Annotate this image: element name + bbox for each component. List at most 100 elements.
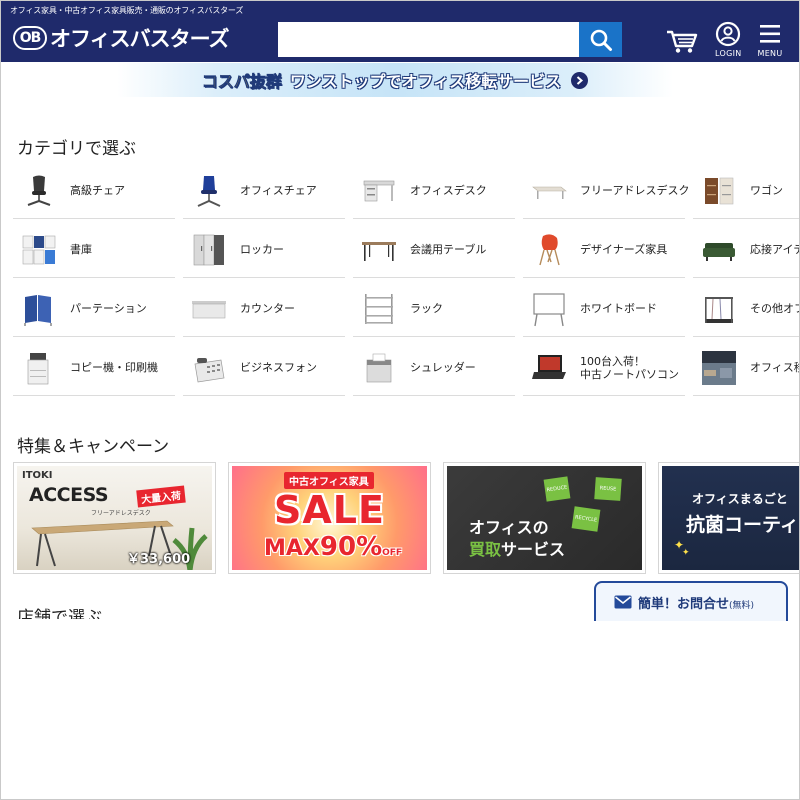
- menu-label: MENU: [757, 49, 783, 58]
- bookcase-icon: [21, 232, 57, 268]
- category-label: コピー機・印刷機: [70, 361, 158, 374]
- category-label: 書庫: [70, 243, 92, 256]
- category-item-locker[interactable]: ロッカー: [183, 222, 345, 278]
- card-sale-title: SALE: [274, 488, 385, 532]
- search-input[interactable]: [278, 22, 579, 57]
- site-logo[interactable]: OB オフィスバスターズ: [13, 25, 230, 51]
- relocation-service-banner[interactable]: コスパ抜群 ワンストップでオフィス移転サービス: [117, 63, 673, 97]
- feature-card-antibacterial[interactable]: オフィスまるごと 抗菌コーティ ✦ ✦: [658, 462, 799, 574]
- category-item-copier[interactable]: コピー機・印刷機: [13, 340, 175, 396]
- card-sale-discount: MAX90%OFF: [264, 532, 403, 562]
- sofa-icon: [701, 232, 737, 268]
- category-item-designer-furniture[interactable]: デザイナーズ家具: [523, 222, 685, 278]
- logo-text: オフィスバスターズ: [50, 27, 230, 51]
- category-label: ラック: [410, 302, 443, 315]
- cart-icon: [667, 30, 698, 53]
- category-label: 会議用テーブル: [410, 243, 487, 256]
- inquiry-button[interactable]: 簡単！お問合せ(無料): [594, 581, 788, 621]
- category-item-wagon[interactable]: ワゴン: [693, 163, 799, 219]
- office-desk-icon: [361, 173, 397, 209]
- copier-icon: [21, 350, 57, 386]
- category-item-meeting-table[interactable]: 会議用テーブル: [353, 222, 515, 278]
- office-room-icon: [701, 350, 737, 386]
- umbrella-stand-icon: [701, 291, 737, 327]
- category-item-office-desk[interactable]: オフィスデスク: [353, 163, 515, 219]
- category-item-office-relocation[interactable]: オフィス移: [693, 340, 800, 396]
- search-button[interactable]: [579, 22, 622, 57]
- category-item-whiteboard[interactable]: ホワイトボード: [523, 281, 685, 337]
- category-row: パーテーション カウンター ラック ホワイトボード その他オフ: [13, 281, 800, 337]
- category-item-business-phone[interactable]: ビジネスフォン: [183, 340, 345, 396]
- card-anti-line1: オフィスまるごと: [692, 492, 788, 506]
- category-label: ビジネスフォン: [240, 361, 317, 374]
- category-row: 高級チェア オフィスチェア オフィスデスク フリーアドレスデスク ワゴン: [13, 163, 799, 219]
- premium-chair-icon: [21, 173, 57, 209]
- search-icon: [590, 29, 612, 51]
- category-label: 応接アイテ: [750, 243, 800, 256]
- free-address-desk-icon: [531, 173, 567, 209]
- logo-mark: OB: [13, 26, 47, 50]
- recycle-tag: RECYCLE: [571, 506, 601, 532]
- banner-highlight: コスパ抜群: [201, 72, 282, 92]
- features-section-title: 特集＆キャンペーン: [17, 437, 170, 457]
- laptop-icon: [531, 350, 567, 386]
- cart-button[interactable]: [665, 28, 699, 54]
- designer-chair-icon: [531, 232, 567, 268]
- header-tagline: オフィス家具・中古オフィス家具販売・通販のオフィスバスターズ: [10, 6, 244, 15]
- sparkle-icon: ✦: [682, 548, 690, 558]
- card-brand: ITOKI: [22, 470, 53, 481]
- category-item-shredder[interactable]: シュレッダー: [353, 340, 515, 396]
- category-row: コピー機・印刷機 ビジネスフォン シュレッダー 100台入荷！ 中古ノートパソコン: [13, 340, 800, 396]
- feature-card-buyback[interactable]: REDUCE REUSE RECYCLE オフィスの 買取サービス: [443, 462, 646, 574]
- category-item-partition[interactable]: パーテーション: [13, 281, 175, 337]
- category-label: デザイナーズ家具: [580, 243, 668, 256]
- category-label: 100台入荷！ 中古ノートパソコン: [580, 354, 679, 381]
- chevron-right-icon: [571, 71, 589, 89]
- category-label: その他オフ: [750, 302, 800, 315]
- category-item-other-office[interactable]: その他オフ: [693, 281, 800, 337]
- user-icon: [716, 21, 741, 47]
- category-item-office-chair[interactable]: オフィスチェア: [183, 163, 345, 219]
- category-item-bookcase[interactable]: 書庫: [13, 222, 175, 278]
- category-item-rack[interactable]: ラック: [353, 281, 515, 337]
- category-item-used-laptop[interactable]: 100台入荷！ 中古ノートパソコン: [523, 340, 685, 396]
- card-buyback-line2: 買取サービス: [469, 540, 566, 559]
- meeting-table-icon: [361, 232, 397, 268]
- banner-text: ワンストップでオフィス移転サービス: [289, 72, 562, 91]
- feature-card-sale[interactable]: 中古オフィス家具 SALE MAX90%OFF: [228, 462, 431, 574]
- partition-icon: [21, 291, 57, 327]
- card-badge: 大量入荷: [136, 485, 186, 508]
- whiteboard-icon: [531, 291, 567, 327]
- category-label: オフィス移: [750, 361, 800, 374]
- inquiry-label: 簡単！お問合せ(無料): [638, 596, 755, 612]
- category-label: ホワイトボード: [580, 302, 657, 315]
- category-label: パーテーション: [70, 302, 147, 315]
- page: オフィス家具・中古オフィス家具販売・通販のオフィスバスターズ OB オフィスバス…: [0, 0, 800, 800]
- stores-section-title: 店舗で選ぶ: [17, 608, 102, 619]
- category-label: ワゴン: [750, 184, 783, 197]
- wagon-icon: [701, 173, 737, 209]
- site-header: オフィス家具・中古オフィス家具販売・通販のオフィスバスターズ OB オフィスバス…: [1, 1, 799, 62]
- phone-icon: [191, 350, 227, 386]
- reduce-tag: REDUCE: [543, 476, 571, 502]
- category-label: カウンター: [240, 302, 295, 315]
- category-label: オフィスデスク: [410, 184, 487, 197]
- category-item-reception[interactable]: 応接アイテ: [693, 222, 800, 278]
- feature-card-itoki-access[interactable]: ITOKI ACCESS 大量入荷 フリーアドレスデスク ￥33,600: [13, 462, 216, 574]
- category-item-premium-chair[interactable]: 高級チェア: [13, 163, 175, 219]
- category-label: 高級チェア: [70, 184, 125, 197]
- locker-icon: [191, 232, 227, 268]
- category-item-free-address-desk[interactable]: フリーアドレスデスク: [523, 163, 690, 219]
- hamburger-icon: [760, 25, 780, 43]
- category-item-counter[interactable]: カウンター: [183, 281, 345, 337]
- rack-icon: [361, 291, 397, 327]
- counter-icon: [191, 291, 227, 327]
- login-label: LOGIN: [715, 49, 742, 58]
- login-button[interactable]: LOGIN: [715, 21, 742, 58]
- card-anti-line2: 抗菌コーティ: [686, 514, 799, 536]
- mail-icon: [614, 595, 632, 609]
- menu-button[interactable]: MENU: [757, 21, 783, 58]
- card-price: ￥33,600: [127, 552, 191, 567]
- office-chair-icon: [191, 173, 227, 209]
- category-row: 書庫 ロッカー 会議用テーブル デザイナーズ家具 応接アイテ: [13, 222, 800, 278]
